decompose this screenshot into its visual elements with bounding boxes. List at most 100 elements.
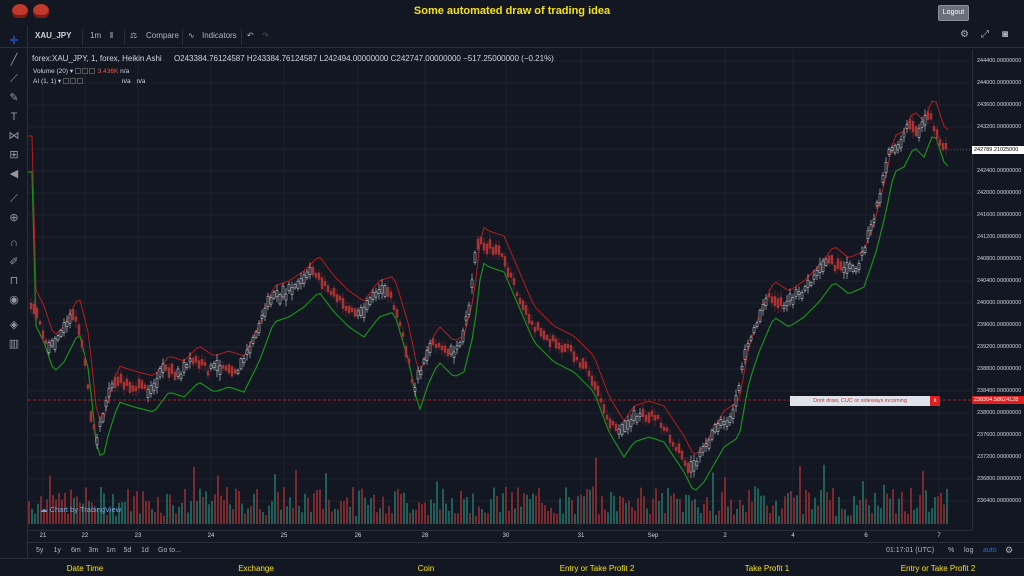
- auto-toggle[interactable]: auto: [983, 547, 997, 554]
- candle-body: [410, 378, 414, 383]
- range-button-3m[interactable]: 3m: [89, 547, 99, 554]
- volume-bar: [646, 508, 648, 524]
- volume-bar: [772, 505, 774, 524]
- candle-body: [44, 339, 48, 344]
- volume-label[interactable]: Volume (20): [33, 68, 68, 75]
- candle-body: [938, 139, 942, 146]
- volume-bar: [358, 490, 360, 524]
- candle-body: [59, 330, 63, 337]
- goto-button[interactable]: Go to...: [158, 547, 181, 554]
- candle-body: [461, 330, 465, 342]
- lock-icon[interactable]: ⊓: [7, 274, 21, 288]
- crosshair-icon[interactable]: ✛: [7, 34, 21, 48]
- candle-body: [911, 120, 915, 133]
- prediction-icon[interactable]: ⊞: [7, 148, 21, 162]
- candle-body: [212, 363, 216, 368]
- ruler-icon[interactable]: ⟋: [7, 192, 21, 206]
- symbol-search[interactable]: XAU_JPY: [35, 31, 71, 40]
- back-arrow-icon[interactable]: ◀: [7, 167, 21, 181]
- text-tool-icon[interactable]: T: [7, 110, 21, 124]
- settings-gear-icon[interactable]: ⚙: [960, 29, 969, 40]
- zoom-icon[interactable]: ⊕: [7, 211, 21, 225]
- range-button-1y[interactable]: 1y: [54, 547, 61, 554]
- trend-line-icon[interactable]: ╱: [7, 53, 21, 67]
- magnet-icon[interactable]: ∩: [7, 236, 21, 250]
- candle-body: [581, 358, 585, 369]
- volume-bar: [322, 508, 324, 524]
- range-button-1m[interactable]: 1m: [106, 547, 116, 554]
- price-axis[interactable]: 244400.00000000 244000.00000000 243600.000…: [972, 50, 1024, 530]
- price-tick: 244000.00000000: [977, 80, 1022, 86]
- camera-icon[interactable]: ◙: [1002, 29, 1008, 40]
- candle-body: [221, 365, 225, 369]
- candle-body: [647, 412, 651, 423]
- candle-body: [764, 297, 768, 307]
- volume-bar: [706, 497, 708, 524]
- volume-bar: [739, 499, 741, 524]
- candle-body: [821, 260, 825, 272]
- price-tick: 238000.00000000: [977, 410, 1022, 416]
- compare-icon[interactable]: ⚖: [130, 31, 137, 40]
- logout-button[interactable]: Logout: [938, 5, 969, 21]
- lock-drawing-icon[interactable]: ✐: [7, 255, 21, 269]
- candle-body: [398, 321, 402, 327]
- volume-bar: [688, 495, 690, 524]
- volume-bar: [241, 503, 243, 524]
- candle-body: [362, 306, 366, 318]
- volume-bar: [187, 512, 189, 524]
- idea-annotation[interactable]: Dont draw, CUC or sideways incoming: [790, 396, 930, 406]
- candle-body: [314, 272, 318, 278]
- range-button-6m[interactable]: 6m: [71, 547, 81, 554]
- candle-body: [293, 284, 297, 289]
- annotation-close-button[interactable]: x: [930, 396, 940, 406]
- candle-body: [425, 350, 429, 361]
- candle-body: [191, 357, 195, 365]
- candle-body: [98, 421, 102, 427]
- volume-bar: [673, 493, 675, 524]
- column-header: Date Time: [66, 564, 104, 573]
- series-name[interactable]: forex:XAU_JPY, 1, forex, Heikin Ashi: [32, 54, 162, 63]
- indicators-icon[interactable]: ∿: [188, 31, 195, 40]
- axis-settings-icon[interactable]: ⚙: [1005, 545, 1013, 556]
- candle-body: [131, 385, 135, 392]
- volume-bar: [520, 506, 522, 524]
- candle-body: [524, 305, 528, 315]
- candle-body: [263, 307, 267, 317]
- chart-style-icon[interactable]: ⫴: [110, 31, 113, 41]
- candle-body: [476, 238, 480, 250]
- layers-icon[interactable]: ◈: [7, 318, 21, 332]
- trash-icon[interactable]: ▥: [7, 337, 21, 351]
- candle-body: [788, 293, 792, 302]
- ai-label[interactable]: AI (1, 1): [33, 78, 56, 85]
- volume-bar: [445, 503, 447, 524]
- undo-icon[interactable]: ↶: [247, 31, 254, 40]
- volume-bar: [343, 501, 345, 524]
- fib-tool-icon[interactable]: ⟋: [7, 72, 21, 86]
- volume-bar: [406, 503, 408, 524]
- brush-icon[interactable]: ✎: [7, 91, 21, 105]
- range-button-1d[interactable]: 1d: [141, 547, 149, 554]
- volume-bar: [742, 504, 744, 524]
- log-toggle[interactable]: log: [964, 547, 973, 554]
- range-button-5d[interactable]: 5d: [124, 547, 132, 554]
- range-button-5y[interactable]: 5y: [36, 547, 43, 554]
- volume-bar: [214, 494, 216, 524]
- redo-icon[interactable]: ↷: [262, 31, 269, 40]
- time-tick: 23: [134, 533, 142, 539]
- time-axis[interactable]: 21 22 23 24 25 26 28 30 31 Sep 2 4 6 7: [28, 530, 972, 542]
- candle-body: [917, 127, 921, 138]
- app-header: Some automated draw of trading idea Logo…: [0, 0, 1024, 24]
- pattern-icon[interactable]: ⋈: [7, 129, 21, 143]
- eye-icon[interactable]: ◉: [7, 293, 21, 307]
- compare-button[interactable]: Compare: [146, 31, 179, 40]
- price-tick: 236800.00000000: [977, 476, 1022, 482]
- candle-body: [335, 294, 339, 303]
- fullscreen-icon[interactable]: ⤢: [981, 29, 989, 40]
- price-chart[interactable]: [28, 50, 972, 530]
- indicators-button[interactable]: Indicators: [202, 31, 237, 40]
- candle-body: [587, 370, 591, 377]
- tradingview-watermark[interactable]: ☁ Chart by TradingView: [40, 505, 121, 514]
- interval-button[interactable]: 1m: [90, 31, 101, 40]
- percent-toggle[interactable]: %: [948, 547, 954, 554]
- column-header: Coin: [417, 564, 435, 573]
